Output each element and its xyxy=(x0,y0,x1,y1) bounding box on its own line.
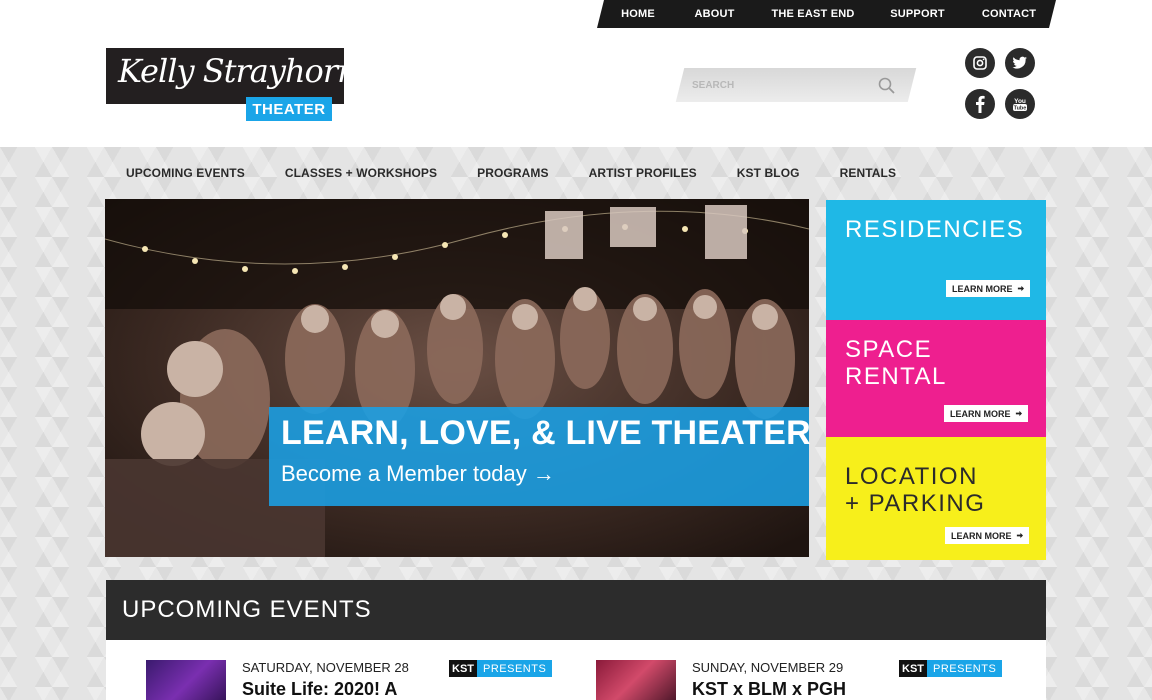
events-heading: UPCOMING EVENTS xyxy=(122,596,372,623)
youtube-icon[interactable]: You Tube xyxy=(1005,89,1035,119)
site-logo[interactable]: Kelly Strayhorn xyxy=(106,48,358,104)
tile-title: RESIDENCIES xyxy=(845,216,1025,243)
kst-presents-badge: KST PRESENTS xyxy=(449,660,553,677)
event-title[interactable]: KST x BLM x PGH xyxy=(692,679,846,700)
kst-presents-badge: KST PRESENTS xyxy=(899,660,1003,677)
top-nav-label: ABOUT xyxy=(694,8,735,20)
learn-more-label: LEARN MORE xyxy=(950,408,1011,419)
hero-headline: LEARN, LOVE, & LIVE THEATER xyxy=(281,414,811,452)
events-list: SATURDAY, NOVEMBER 28 Suite Life: 2020! … xyxy=(106,640,1046,700)
hero-subline: Become a Member today → xyxy=(281,461,555,486)
learn-more-button[interactable]: LEARN MORE xyxy=(945,527,1029,544)
tile-location-parking[interactable]: LOCATION + PARKING LEARN MORE xyxy=(826,437,1046,560)
logo-script: Kelly Strayhorn xyxy=(118,52,358,90)
search-box xyxy=(680,68,912,102)
membership-button[interactable]: MEMBERSHIP → xyxy=(548,68,660,102)
tile-residencies[interactable]: RESIDENCIES LEARN MORE xyxy=(826,200,1046,320)
top-nav-label: HOME xyxy=(621,8,655,20)
search-icon[interactable] xyxy=(878,77,896,100)
logo-badge[interactable]: THEATER xyxy=(246,97,332,121)
events-header: UPCOMING EVENTS xyxy=(106,580,1046,640)
tile-title: LOCATION + PARKING xyxy=(845,463,986,517)
badge-kst: KST xyxy=(899,660,927,677)
main-nav-kst-blog[interactable]: KST BLOG xyxy=(717,166,820,180)
arrow-right-icon xyxy=(1017,284,1024,294)
twitter-icon[interactable] xyxy=(1005,48,1035,78)
main-nav-programs[interactable]: PROGRAMS xyxy=(457,166,568,180)
top-nav-support[interactable]: SUPPORT xyxy=(869,0,966,28)
learn-more-button[interactable]: LEARN MORE xyxy=(946,280,1030,297)
svg-text:You: You xyxy=(1014,98,1026,105)
event-title[interactable]: Suite Life: 2020! A xyxy=(242,679,397,700)
learn-more-label: LEARN MORE xyxy=(952,283,1013,294)
top-nav-home[interactable]: HOME xyxy=(604,0,672,28)
arrow-right-icon xyxy=(1015,409,1022,419)
search-input[interactable] xyxy=(688,68,868,102)
instagram-icon[interactable] xyxy=(965,48,995,78)
main-nav-classes-workshops[interactable]: CLASSES + WORKSHOPS xyxy=(265,166,457,180)
donate-button[interactable]: DONATE xyxy=(430,68,526,102)
top-nav-label: CONTACT xyxy=(981,8,1037,20)
arrow-right-icon xyxy=(1016,531,1023,541)
badge-presents: PRESENTS xyxy=(477,660,553,677)
tile-title: SPACE RENTAL xyxy=(845,336,947,390)
hero-caption[interactable]: LEARN, LOVE, & LIVE THEATER Become a Mem… xyxy=(269,407,811,506)
top-nav-label: THE EAST END xyxy=(771,8,855,20)
top-nav: HOME ABOUT THE EAST END SUPPORT CONTACT xyxy=(604,0,1052,28)
event-date: SUNDAY, NOVEMBER 29 xyxy=(692,660,844,675)
top-nav-label: SUPPORT xyxy=(890,8,945,20)
badge-presents: PRESENTS xyxy=(927,660,1003,677)
facebook-icon[interactable] xyxy=(965,89,995,119)
membership-label: MEMBERSHIP → xyxy=(559,79,649,91)
top-nav-contact[interactable]: CONTACT xyxy=(966,0,1052,28)
main-nav-upcoming-events[interactable]: UPCOMING EVENTS xyxy=(106,166,265,180)
tile-space-rental[interactable]: SPACE RENTAL LEARN MORE xyxy=(826,320,1046,437)
main-nav-artist-profiles[interactable]: ARTIST PROFILES xyxy=(569,166,717,180)
top-nav-about[interactable]: ABOUT xyxy=(672,0,757,28)
event-date: SATURDAY, NOVEMBER 28 xyxy=(242,660,409,675)
donate-label: DONATE xyxy=(447,79,493,91)
main-nav: UPCOMING EVENTS CLASSES + WORKSHOPS PROG… xyxy=(106,160,916,186)
top-nav-east-end[interactable]: THE EAST END xyxy=(757,0,869,28)
learn-more-button[interactable]: LEARN MORE xyxy=(944,405,1028,422)
main-nav-rentals[interactable]: RENTALS xyxy=(820,166,916,180)
svg-text:Tube: Tube xyxy=(1014,106,1027,112)
arrow-right-icon xyxy=(501,79,509,91)
badge-kst: KST xyxy=(449,660,477,677)
event-thumbnail[interactable] xyxy=(146,660,226,700)
learn-more-label: LEARN MORE xyxy=(951,530,1012,541)
event-thumbnail[interactable] xyxy=(596,660,676,700)
